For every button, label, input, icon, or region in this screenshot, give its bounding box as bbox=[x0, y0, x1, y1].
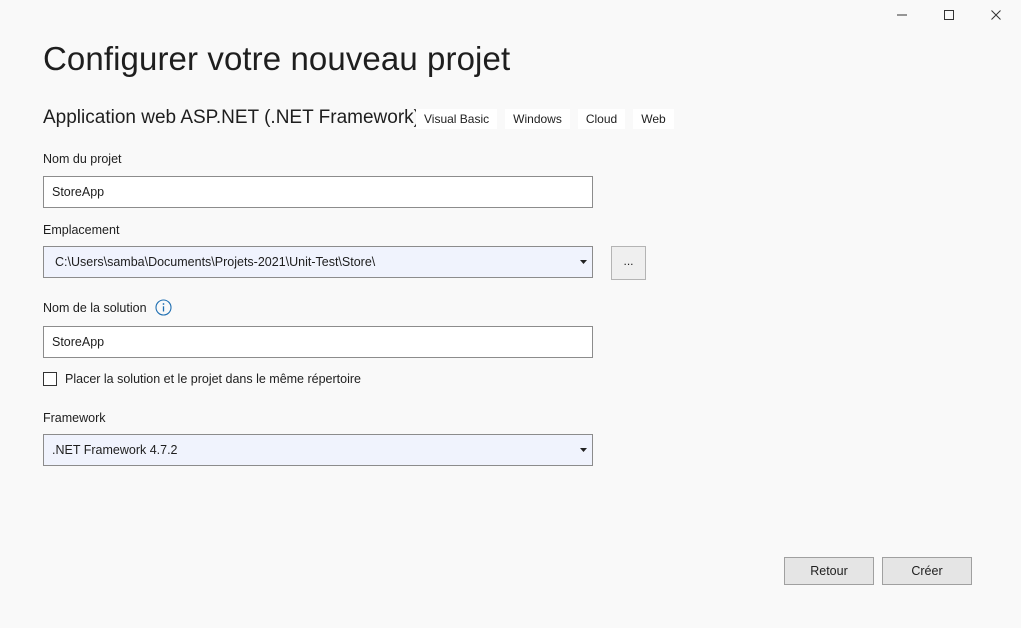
info-icon[interactable] bbox=[155, 299, 172, 316]
minimize-icon bbox=[897, 14, 907, 16]
same-directory-checkbox[interactable] bbox=[43, 372, 57, 386]
maximize-icon bbox=[944, 10, 954, 20]
project-name-label: Nom du projet bbox=[43, 152, 122, 166]
tag-windows: Windows bbox=[505, 109, 570, 129]
solution-name-label: Nom de la solution bbox=[43, 299, 172, 317]
same-directory-option[interactable]: Placer la solution et le projet dans le … bbox=[43, 372, 361, 386]
tag-cloud: Cloud bbox=[577, 109, 626, 129]
create-button[interactable]: Créer bbox=[882, 557, 972, 585]
template-name: Application web ASP.NET (.NET Framework) bbox=[43, 107, 420, 128]
location-value: C:\Users\samba\Documents\Projets-2021\Un… bbox=[55, 255, 376, 269]
framework-combobox[interactable]: .NET Framework 4.7.2 bbox=[43, 434, 593, 466]
browse-button[interactable]: ... bbox=[611, 246, 646, 280]
same-directory-label[interactable]: Placer la solution et le projet dans le … bbox=[65, 372, 361, 386]
close-icon bbox=[991, 10, 1001, 20]
template-tags: Visual Basic Windows Cloud Web bbox=[416, 109, 674, 129]
location-combobox[interactable]: C:\Users\samba\Documents\Projets-2021\Un… bbox=[43, 246, 593, 278]
solution-name-field[interactable]: StoreApp bbox=[43, 326, 593, 358]
back-button[interactable]: Retour bbox=[784, 557, 874, 585]
minimize-button[interactable] bbox=[879, 2, 925, 28]
tag-visual-basic: Visual Basic bbox=[416, 109, 498, 129]
framework-value: .NET Framework 4.7.2 bbox=[52, 443, 178, 457]
project-name-value: StoreApp bbox=[52, 185, 105, 199]
framework-label: Framework bbox=[43, 411, 106, 425]
close-button[interactable] bbox=[973, 2, 1019, 28]
page-title: Configurer votre nouveau projet bbox=[43, 40, 511, 77]
solution-name-label-text: Nom de la solution bbox=[43, 300, 147, 315]
location-label: Emplacement bbox=[43, 223, 120, 237]
maximize-button[interactable] bbox=[926, 2, 972, 28]
dropdown-arrow-icon[interactable] bbox=[578, 247, 588, 277]
project-name-field[interactable]: StoreApp bbox=[43, 176, 593, 208]
dropdown-arrow-icon[interactable] bbox=[578, 435, 588, 465]
tag-web: Web bbox=[633, 109, 674, 129]
solution-name-value: StoreApp bbox=[52, 335, 105, 349]
